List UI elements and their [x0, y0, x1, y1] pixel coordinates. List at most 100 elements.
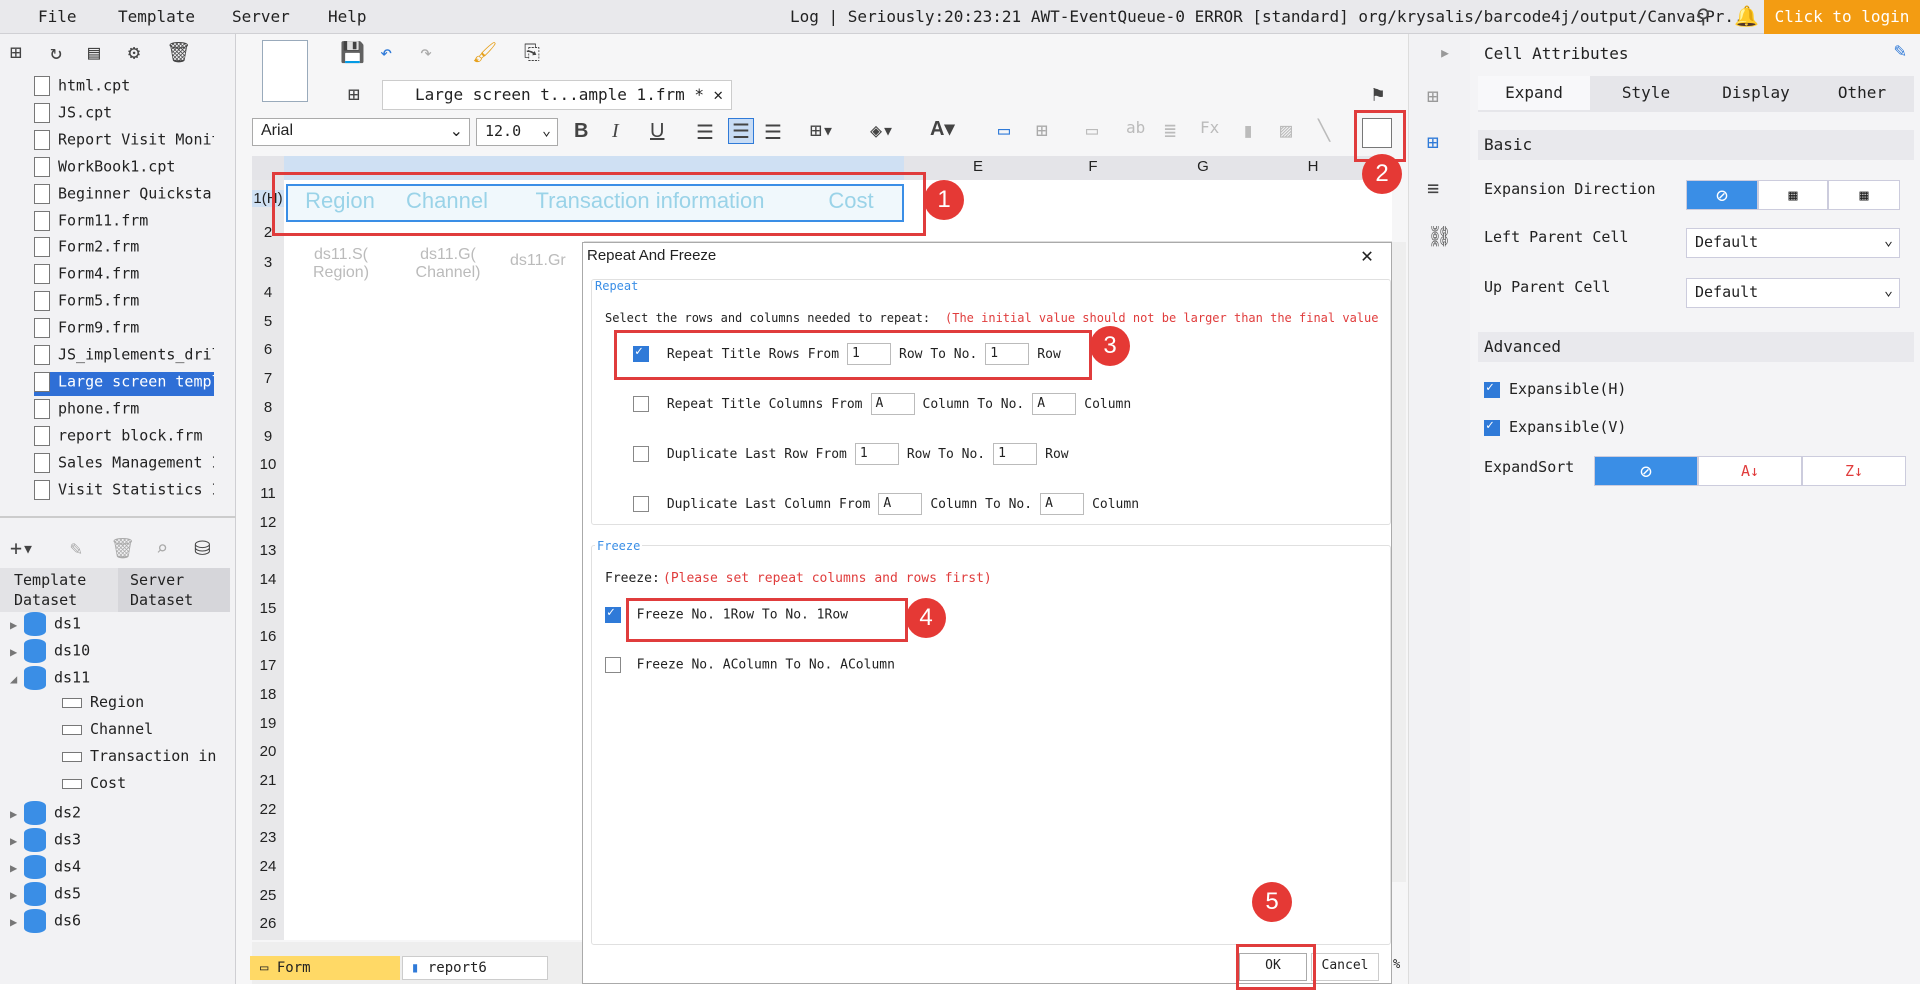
cancel-button[interactable]: Cancel — [1311, 953, 1379, 981]
condition-icon[interactable]: ≡ — [1427, 176, 1439, 200]
chevron-right-icon[interactable]: ▶ — [10, 861, 24, 875]
file-item[interactable]: JS.cpt — [34, 102, 214, 127]
repeat-option[interactable]: Repeat Title Columns From A Column To No. A… — [633, 393, 1131, 415]
close-icon[interactable]: ✕ — [1361, 243, 1373, 267]
align-center-icon[interactable]: ☰ — [728, 118, 754, 144]
row-number[interactable]: 7 — [252, 370, 284, 387]
file-item[interactable]: Form9.frm — [34, 318, 214, 342]
border-icon[interactable]: ⊞▾ — [810, 118, 834, 142]
column-header[interactable]: E — [918, 158, 1038, 175]
row-number[interactable]: 18 — [252, 686, 284, 703]
menu-file[interactable]: File — [38, 7, 77, 26]
row-number[interactable]: 10 — [252, 456, 284, 473]
sort-ascending-button[interactable]: A↓ — [1698, 456, 1802, 486]
checkbox-icon[interactable] — [605, 657, 621, 673]
dataset-field[interactable]: Region — [62, 693, 144, 711]
basic-section[interactable]: Basic — [1478, 130, 1914, 160]
tab-server-dataset[interactable]: Server Dataset — [118, 568, 230, 612]
tab-expand[interactable]: Expand — [1478, 76, 1590, 110]
fill-color-icon[interactable]: ◈▾ — [870, 118, 894, 142]
file-item[interactable]: Beginner Quickstar — [34, 183, 214, 208]
pin-icon[interactable]: ⚑ — [1372, 82, 1384, 106]
row-number[interactable]: 20 — [252, 743, 284, 760]
checkbox-icon[interactable] — [605, 605, 621, 623]
no-sort-button[interactable]: ⊘ — [1594, 456, 1698, 486]
advanced-section[interactable]: Advanced — [1478, 332, 1914, 362]
menu-template[interactable]: Template — [118, 7, 195, 26]
no-expand-button[interactable]: ⊘ — [1686, 180, 1758, 210]
new-folder-icon[interactable]: ⊞ — [10, 40, 22, 64]
dataset-item[interactable]: ▶ ds6 — [10, 909, 81, 933]
file-item[interactable]: JS_implements_dril — [34, 345, 214, 369]
from-spinner[interactable]: A — [878, 493, 923, 515]
hyperlink-icon[interactable]: ⛓ — [1427, 224, 1452, 248]
left-parent-select[interactable]: Default ⌄ — [1686, 228, 1900, 258]
chevron-right-icon[interactable]: ▶ — [10, 834, 24, 848]
image-icon[interactable]: ▨ — [1280, 118, 1292, 142]
tab-style[interactable]: Style — [1590, 76, 1702, 110]
file-item[interactable]: Visit Statistics I — [34, 479, 214, 504]
row-number[interactable]: 5 — [252, 313, 284, 330]
format-painter-icon[interactable]: 🖌 — [472, 40, 497, 64]
file-item[interactable]: phone.frm — [34, 398, 214, 423]
row-number[interactable]: 6 — [252, 341, 284, 358]
close-icon[interactable]: ✕ — [713, 81, 723, 109]
insert-row-icon[interactable]: ▭ — [1086, 118, 1098, 142]
checkbox-icon[interactable] — [1484, 418, 1500, 436]
checkbox-icon[interactable] — [633, 396, 649, 412]
to-spinner[interactable]: 1 — [993, 443, 1038, 465]
cell-a3[interactable]: ds11.S( Region) — [296, 246, 386, 282]
file-item[interactable]: report block.frm — [34, 425, 214, 450]
font-color-icon[interactable]: A▾ — [930, 116, 954, 141]
server-dataset-icon[interactable]: ⛁ — [194, 536, 211, 560]
expansible-h-option[interactable]: Expansible(H) — [1484, 380, 1626, 398]
dataset-item[interactable]: ▶ ds1 — [10, 612, 81, 636]
font-select[interactable]: Arial ⌄ — [252, 118, 470, 146]
row-number[interactable]: 12 — [252, 514, 284, 531]
dataset-item[interactable]: ▶ ds5 — [10, 882, 81, 906]
row-number[interactable]: 16 — [252, 628, 284, 645]
checkbox-icon[interactable] — [633, 446, 649, 462]
chevron-down-icon[interactable]: ◢ — [10, 672, 24, 686]
row-number[interactable]: 17 — [252, 657, 284, 674]
from-spinner[interactable]: 1 — [854, 443, 899, 465]
file-item[interactable]: Form4.frm — [34, 264, 214, 288]
menu-server[interactable]: Server — [232, 7, 290, 26]
list-icon[interactable]: ≣ — [1164, 118, 1176, 142]
undo-icon[interactable]: ↶ — [380, 40, 392, 64]
file-item[interactable]: WorkBook1.cpt — [34, 156, 214, 181]
tab-report6[interactable]: ▮ report6 — [402, 956, 548, 980]
row-number[interactable]: 9 — [252, 428, 284, 445]
file-item[interactable]: Large screen templ — [34, 371, 214, 396]
chart-icon[interactable]: ▮ — [1242, 118, 1254, 142]
dataset-item[interactable]: ▶ ds2 — [10, 801, 81, 825]
add-dataset-icon[interactable]: +▾ — [10, 536, 34, 560]
tab-display[interactable]: Display — [1702, 76, 1810, 110]
italic-icon[interactable]: I — [612, 120, 619, 143]
row-number[interactable]: 3 — [252, 254, 284, 271]
refresh-icon[interactable]: ↻ — [50, 40, 62, 64]
delete-icon[interactable]: 🗑 — [166, 40, 191, 64]
dataset-item[interactable]: ▶ ds3 — [10, 828, 81, 852]
column-header[interactable]: G — [1148, 158, 1258, 175]
expansible-v-option[interactable]: Expansible(V) — [1484, 418, 1626, 436]
cell-c3[interactable]: ds11.Gr — [510, 252, 584, 270]
row-number[interactable]: 19 — [252, 715, 284, 732]
login-button[interactable]: Click to login — [1764, 0, 1920, 34]
align-right-icon[interactable]: ☰ — [764, 120, 782, 144]
row-number[interactable]: 13 — [252, 542, 284, 559]
dataset-item[interactable]: ◢ ds11 — [10, 666, 90, 690]
cell-b3[interactable]: ds11.G( Channel) — [398, 246, 498, 282]
menu-help[interactable]: Help — [328, 7, 367, 26]
row-number[interactable]: 24 — [252, 858, 284, 875]
font-size-select[interactable]: 12.0 ⌄ — [476, 118, 558, 146]
search-icon[interactable]: ⚲ — [1696, 4, 1711, 28]
horizontal-expand-button[interactable]: ▦ — [1828, 180, 1900, 210]
row-number[interactable]: 11 — [252, 485, 284, 502]
bell-icon[interactable]: 🔔 — [1734, 4, 1759, 28]
edit-icon[interactable]: ✎ — [70, 536, 82, 560]
widget-icon[interactable]: ⊞ — [1427, 84, 1439, 108]
dataset-field[interactable]: Cost — [62, 774, 126, 792]
chevron-right-icon[interactable]: ▶ — [10, 645, 24, 659]
expand-panel-icon[interactable]: ▸ — [1439, 40, 1451, 64]
